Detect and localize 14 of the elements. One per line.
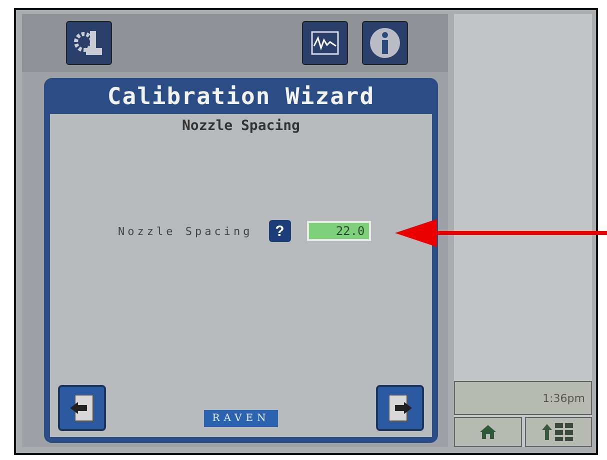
wizard-subtitle: Nozzle Spacing (180, 118, 301, 134)
field-label: Nozzle Spacing (118, 224, 253, 238)
help-button[interactable]: ? (268, 220, 291, 242)
chart-icon[interactable] (302, 21, 348, 65)
nozzle-spacing-field[interactable]: 22.0 (306, 221, 371, 241)
home-icon[interactable] (454, 417, 522, 447)
clock-time: 1:36pm (454, 381, 592, 415)
back-page-icon[interactable] (58, 385, 106, 431)
gear-wrench-icon[interactable] (66, 21, 112, 65)
next-page-icon[interactable] (376, 385, 424, 431)
info-icon[interactable] (362, 21, 408, 65)
arrow-grid-icon[interactable] (524, 417, 592, 447)
wizard-title: Calibration Wizard (106, 83, 376, 112)
raven-logo: RAVEN (204, 410, 278, 426)
